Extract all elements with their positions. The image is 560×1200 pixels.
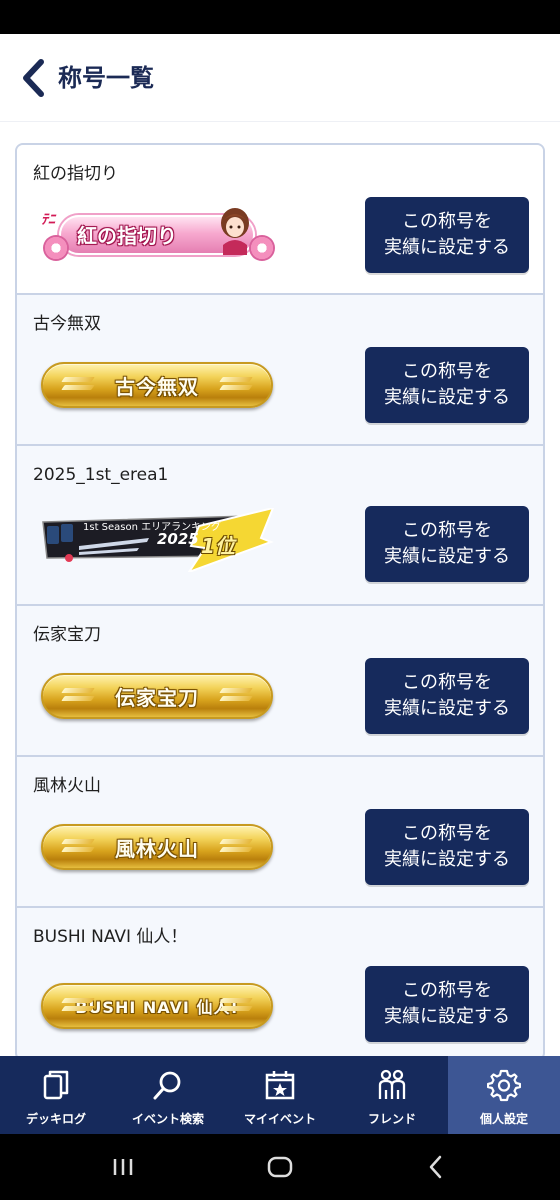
gold-title-badge: BUSHI NAVI 仙人! (41, 983, 273, 1029)
back-icon (429, 1155, 442, 1179)
badge-text: BUSHI NAVI 仙人! (75, 998, 239, 1017)
title-item: 風林火山 風林火山 この称号を 実績に設定する (17, 757, 543, 908)
recent-apps-button[interactable] (103, 1152, 143, 1182)
nav-event-search[interactable]: イベント検索 (112, 1056, 224, 1134)
title-name: 伝家宝刀 (33, 625, 101, 645)
title-list: 紅の指切り ﾃﾆ 紅の指切り この称号を 実績に設定する 古今無双 古今無双 こ… (15, 143, 545, 1061)
title-name: 古今無双 (33, 314, 101, 334)
title-list-content[interactable]: 紅の指切り ﾃﾆ 紅の指切り この称号を 実績に設定する 古今無双 古今無双 こ… (0, 123, 560, 1134)
gear-icon (487, 1069, 521, 1102)
title-item: 2025_1st_erea1 1st Season エリアランキング 2025 … (17, 446, 543, 606)
title-item: 紅の指切り ﾃﾆ 紅の指切り この称号を 実績に設定する (17, 145, 543, 295)
badge-tag: ﾃﾆ (41, 212, 55, 228)
friends-icon (378, 1069, 406, 1099)
nav-label: マイイベント (243, 1112, 316, 1126)
nav-label: フレンド (367, 1112, 416, 1126)
title-name: BUSHI NAVI 仙人！ (33, 927, 188, 947)
gold-title-badge: 風林火山 (41, 824, 273, 870)
set-title-button[interactable]: この称号を 実績に設定する (365, 506, 529, 582)
app-screen: 称号一覧 紅の指切り ﾃﾆ 紅の指切り この称号を 実績に設定する 古今無双 古… (0, 34, 560, 1134)
character-avatar-icon (221, 208, 249, 255)
status-bar (0, 0, 560, 34)
title-badge: 古今無双 (39, 351, 275, 419)
title-badge: ﾃﾆ 紅の指切り (39, 201, 275, 269)
title-badge: BUSHI NAVI 仙人! (39, 972, 275, 1040)
title-badge: 伝家宝刀 (39, 662, 275, 730)
set-title-button[interactable]: この称号を 実績に設定する (365, 809, 529, 885)
system-navigation-bar (0, 1134, 560, 1200)
gold-title-badge: 伝家宝刀 (41, 673, 273, 719)
nav-my-event[interactable]: マイイベント (224, 1056, 336, 1134)
search-icon (153, 1071, 181, 1100)
title-item: BUSHI NAVI 仙人！ BUSHI NAVI 仙人! この称号を 実績に設… (17, 908, 543, 1059)
pink-title-badge: ﾃﾆ 紅の指切り (39, 205, 275, 265)
title-name: 風林火山 (33, 776, 101, 796)
set-title-button[interactable]: この称号を 実績に設定する (365, 658, 529, 734)
nav-label: デッキログ (25, 1112, 86, 1126)
flower-icon (43, 235, 69, 261)
back-button[interactable] (16, 58, 50, 98)
gold-title-badge: 古今無双 (41, 362, 273, 408)
nav-label: 個人設定 (479, 1112, 528, 1126)
chevron-left-icon (23, 59, 44, 97)
cards-icon (43, 1070, 69, 1100)
home-button[interactable] (260, 1152, 300, 1182)
home-icon (267, 1156, 293, 1178)
badge-rank-text: 1位 (201, 534, 235, 558)
set-title-button[interactable]: この称号を 実績に設定する (365, 197, 529, 273)
nav-personal-settings[interactable]: 個人設定 (448, 1056, 560, 1134)
badge-text: 紅の指切り (77, 224, 177, 248)
set-title-button[interactable]: この称号を 実績に設定する (365, 966, 529, 1042)
badge-text: 風林火山 (115, 836, 199, 861)
title-item: 古今無双 古今無双 この称号を 実績に設定する (17, 295, 543, 446)
badge-year-text: 2025 (157, 530, 199, 548)
badge-text: 伝家宝刀 (115, 685, 199, 710)
nav-deck-log[interactable]: デッキログ (0, 1056, 112, 1134)
title-badge: 1st Season エリアランキング 2025 1位 (39, 506, 275, 574)
title-badge: 風林火山 (39, 813, 275, 881)
nav-friends[interactable]: フレンド (336, 1056, 448, 1134)
badge-text: 古今無双 (115, 374, 199, 399)
page-title: 称号一覧 (58, 64, 154, 92)
ranking-title-badge: 1st Season エリアランキング 2025 1位 (39, 508, 275, 572)
title-name: 紅の指切り (33, 164, 118, 184)
set-title-button[interactable]: この称号を 実績に設定する (365, 347, 529, 423)
title-item: 伝家宝刀 伝家宝刀 この称号を 実績に設定する (17, 606, 543, 757)
system-back-button[interactable] (416, 1152, 456, 1182)
title-name: 2025_1st_erea1 (33, 465, 169, 485)
bottom-nav: デッキログ イベント検索 マイイベント フレンド 個人設定 (0, 1056, 560, 1134)
calendar-star-icon (265, 1071, 295, 1100)
header: 称号一覧 (0, 34, 560, 122)
recent-apps-icon (113, 1159, 133, 1175)
nav-label: イベント検索 (131, 1112, 204, 1126)
